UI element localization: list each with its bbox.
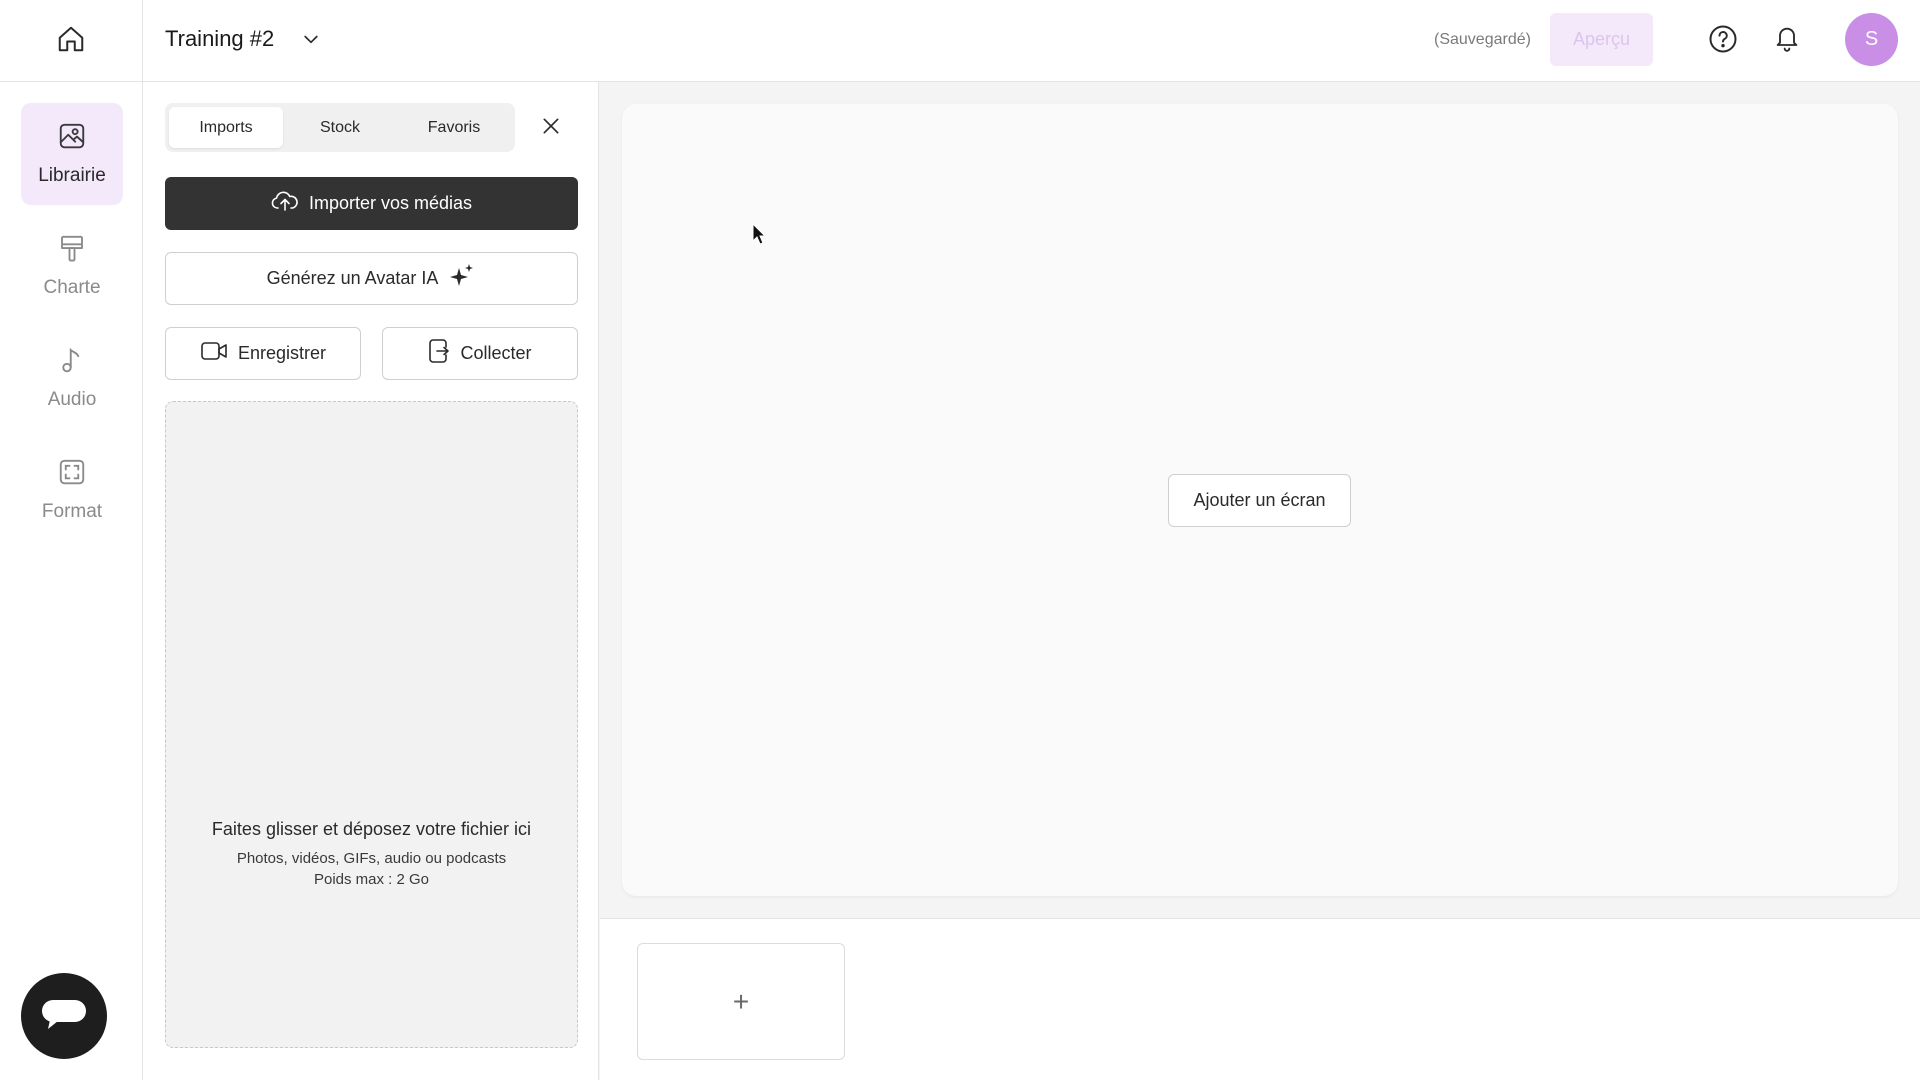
sidebar-item-format[interactable]: Format xyxy=(21,439,123,541)
chat-bubble-icon xyxy=(40,996,88,1037)
music-note-icon xyxy=(57,345,87,381)
dropzone-title: Faites glisser et déposez votre fichier … xyxy=(211,819,532,839)
top-bar: Training #2 (Sauvegardé) Aperçu S xyxy=(0,0,1920,82)
bell-icon xyxy=(1773,23,1801,58)
tab-favoris[interactable]: Favoris xyxy=(397,107,511,148)
help-icon xyxy=(1708,24,1738,59)
sidebar-item-librairie[interactable]: Librairie xyxy=(21,103,123,205)
user-avatar[interactable]: S xyxy=(1845,13,1898,66)
collect-icon xyxy=(428,338,450,369)
preview-button[interactable]: Aperçu xyxy=(1550,13,1653,66)
plus-icon: + xyxy=(732,985,750,1017)
tab-imports[interactable]: Imports xyxy=(169,107,283,148)
project-menu-button[interactable] xyxy=(298,28,324,54)
close-icon xyxy=(541,116,561,141)
tab-stock[interactable]: Stock xyxy=(283,107,397,148)
save-status: (Sauvegardé) xyxy=(1434,31,1531,48)
dropzone-formats: Photos, vidéos, GIFs, audio ou podcasts xyxy=(236,850,507,867)
collect-label: Collecter xyxy=(460,343,532,363)
mouse-cursor-icon xyxy=(752,223,767,245)
record-label: Enregistrer xyxy=(237,343,327,363)
sidebar-item-label: Format xyxy=(41,501,103,522)
timeline-bar: + xyxy=(600,918,1920,1080)
add-scene-button[interactable]: + xyxy=(637,943,845,1060)
sidebar-item-label: Audio xyxy=(47,389,97,410)
home-button[interactable] xyxy=(0,0,143,82)
collect-button[interactable]: Collecter xyxy=(382,327,578,380)
library-tabs: Imports Stock Favoris xyxy=(165,103,515,152)
import-media-button[interactable]: Importer vos médias xyxy=(165,177,578,230)
cloud-upload-icon xyxy=(271,189,299,218)
sparkles-icon xyxy=(448,262,476,295)
image-icon xyxy=(57,121,87,157)
record-button[interactable]: Enregistrer xyxy=(165,327,361,380)
video-camera-icon xyxy=(200,340,228,367)
chevron-down-icon xyxy=(301,29,321,54)
sidebar-item-label: Librairie xyxy=(38,165,106,186)
file-dropzone[interactable]: Faites glisser et déposez votre fichier … xyxy=(165,401,578,1048)
help-button[interactable] xyxy=(1707,25,1739,57)
dropzone-max-size: Poids max : 2 Go xyxy=(313,871,430,888)
frame-icon xyxy=(57,457,87,493)
home-icon xyxy=(56,24,86,59)
notifications-button[interactable] xyxy=(1771,24,1803,56)
project-title[interactable]: Training #2 xyxy=(165,26,274,52)
chat-support-button[interactable] xyxy=(21,973,107,1059)
paint-roller-icon xyxy=(57,233,87,269)
sidebar-item-charte[interactable]: Charte xyxy=(21,215,123,317)
close-panel-button[interactable] xyxy=(536,113,566,143)
sidebar-item-label: Charte xyxy=(43,277,101,298)
add-screen-button[interactable]: Ajouter un écran xyxy=(1168,474,1351,527)
library-panel: Imports Stock Favoris Importer vos média… xyxy=(143,82,599,1080)
import-media-label: Importer vos médias xyxy=(308,193,473,213)
generate-ai-avatar-label: Générez un Avatar IA xyxy=(266,268,439,288)
left-sidebar: Librairie Charte Audio Format xyxy=(0,82,143,1080)
sidebar-item-audio[interactable]: Audio xyxy=(21,327,123,429)
generate-ai-avatar-button[interactable]: Générez un Avatar IA xyxy=(165,252,578,305)
